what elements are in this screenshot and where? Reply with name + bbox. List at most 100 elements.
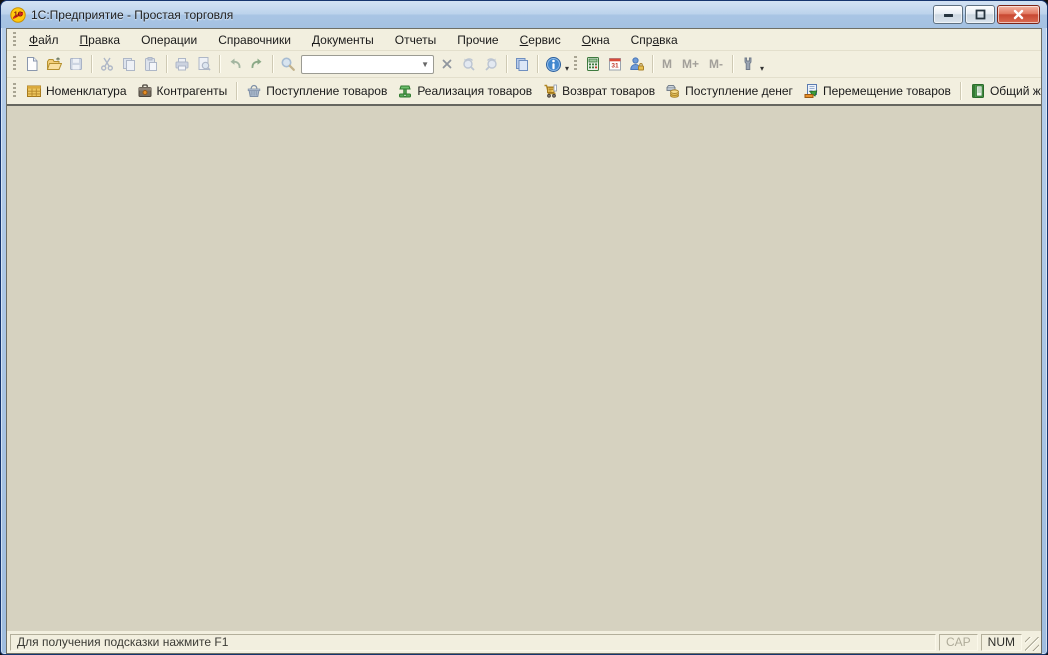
maximize-icon xyxy=(973,7,988,22)
doc-button-label: Контрагенты xyxy=(157,84,228,98)
toolbar-separator xyxy=(272,55,273,73)
toolbar-separator xyxy=(960,82,961,100)
window-title: 1С:Предприятие - Простая торговля xyxy=(31,8,233,22)
menu-documents[interactable]: Документы xyxy=(304,31,382,49)
titlebar[interactable]: 1С 1С:Предприятие - Простая торговля xyxy=(1,1,1047,28)
calendar-button[interactable]: 31 xyxy=(604,53,626,75)
menu-service[interactable]: Сервис xyxy=(512,31,569,49)
statusbar: Для получения подсказки нажмите F1 CAP N… xyxy=(7,631,1041,653)
calculator-button[interactable] xyxy=(582,53,604,75)
menu-operations[interactable]: Операции xyxy=(133,31,205,49)
menu-other[interactable]: Прочие xyxy=(449,31,506,49)
contractors-case-icon xyxy=(137,83,153,99)
open-folder-icon xyxy=(46,56,62,72)
new-document-button[interactable] xyxy=(21,53,43,75)
menu-catalogs[interactable]: Справочники xyxy=(210,31,299,49)
duplicate-window-button[interactable] xyxy=(511,53,533,75)
doc-button-label: Номенклатура xyxy=(46,84,127,98)
svg-text:31: 31 xyxy=(611,63,619,70)
undo-button[interactable] xyxy=(224,53,246,75)
goods-receipt-basket-icon xyxy=(246,83,262,99)
contractors-button[interactable]: Контрагенты xyxy=(132,81,233,101)
cut-button[interactable] xyxy=(96,53,118,75)
print-preview-icon xyxy=(196,56,212,72)
service-wrench-icon xyxy=(740,56,756,72)
toolbar-separator xyxy=(652,55,653,73)
clear-x-icon xyxy=(440,57,454,71)
doc-button-label: Перемещение товаров xyxy=(823,84,951,98)
minimize-button[interactable] xyxy=(933,5,963,24)
toolbar-separator xyxy=(166,55,167,73)
doc-button-label: Поступление денег xyxy=(685,84,793,98)
goods-transfer-button[interactable]: Перемещение товаров xyxy=(798,81,956,101)
menubar-drag-handle[interactable] xyxy=(13,32,16,48)
search-button[interactable] xyxy=(277,53,299,75)
search-combobox: ▼ xyxy=(301,55,434,74)
menu-reports[interactable]: Отчеты xyxy=(387,31,444,49)
menu-help[interactable]: Справка xyxy=(623,31,686,49)
find-next-icon xyxy=(483,56,499,72)
minimize-icon xyxy=(941,7,956,22)
toolbar-drag-handle[interactable] xyxy=(574,56,577,72)
save-button[interactable] xyxy=(65,53,87,75)
money-receipt-button[interactable]: Поступление денег xyxy=(660,81,798,101)
paste-button[interactable] xyxy=(140,53,162,75)
toolbar-separator xyxy=(506,55,507,73)
toolbar-drag-handle[interactable] xyxy=(13,56,16,72)
memory-add-button[interactable]: M+ xyxy=(677,57,704,71)
combo-dropdown-icon[interactable]: ▼ xyxy=(419,60,433,69)
user-lock-button[interactable] xyxy=(626,53,648,75)
paste-clipboard-icon xyxy=(143,56,159,72)
svg-text:1С: 1С xyxy=(14,11,23,18)
close-button[interactable] xyxy=(997,5,1040,24)
save-icon xyxy=(68,56,84,72)
print-preview-button[interactable] xyxy=(193,53,215,75)
window-controls xyxy=(933,5,1040,24)
cut-scissors-icon xyxy=(99,56,115,72)
redo-button[interactable] xyxy=(246,53,268,75)
memory-recall-button[interactable]: M xyxy=(657,57,677,71)
copy-button[interactable] xyxy=(118,53,140,75)
status-hint: Для получения подсказки нажмите F1 xyxy=(10,634,936,651)
close-icon xyxy=(1011,7,1026,22)
toolbar-separator xyxy=(91,55,92,73)
goods-receipt-button[interactable]: Поступление товаров xyxy=(241,81,392,101)
menu-file[interactable]: Файл xyxy=(21,31,67,49)
toolbar-separator xyxy=(732,55,733,73)
toolbar-separator xyxy=(236,82,237,100)
search-input[interactable] xyxy=(302,57,419,72)
memory-subtract-button[interactable]: M- xyxy=(704,57,728,71)
search-icon xyxy=(280,56,296,72)
general-journal-button[interactable]: Общий журнал xyxy=(965,81,1042,101)
nomenclature-table-icon xyxy=(26,83,42,99)
1c-logo-icon: 1С xyxy=(10,7,26,23)
duplicate-window-icon xyxy=(514,56,530,72)
print-button[interactable] xyxy=(171,53,193,75)
goods-sale-scale-icon xyxy=(397,83,413,99)
find-previous-button[interactable] xyxy=(458,53,480,75)
menubar: Файл Правка Операции Справочники Докумен… xyxy=(7,29,1041,51)
info-dropdown-icon[interactable]: ▾ xyxy=(565,65,569,73)
menu-edit[interactable]: Правка xyxy=(72,31,129,49)
goods-return-button[interactable]: Возврат товаров xyxy=(537,81,660,101)
info-button[interactable] xyxy=(542,53,564,75)
goods-transfer-icon xyxy=(803,83,819,99)
client-area: Файл Правка Операции Справочники Докумен… xyxy=(6,28,1042,654)
service-button[interactable] xyxy=(737,53,759,75)
journal-book-icon xyxy=(970,83,986,99)
nomenclature-button[interactable]: Номенклатура xyxy=(21,81,132,101)
toolbar-separator xyxy=(219,55,220,73)
redo-arrow-icon xyxy=(249,56,265,72)
goods-sale-button[interactable]: Реализация товаров xyxy=(392,81,537,101)
service-dropdown-icon[interactable]: ▾ xyxy=(760,65,764,73)
menu-windows[interactable]: Окна xyxy=(574,31,618,49)
main-toolbar: ▼ xyxy=(7,51,1041,78)
copy-icon xyxy=(121,56,137,72)
toolbar-drag-handle[interactable] xyxy=(13,83,16,99)
find-next-button[interactable] xyxy=(480,53,502,75)
search-clear-button[interactable] xyxy=(436,53,458,75)
open-button[interactable] xyxy=(43,53,65,75)
resize-grip[interactable] xyxy=(1025,637,1039,651)
maximize-button[interactable] xyxy=(965,5,995,24)
calculator-icon xyxy=(585,56,601,72)
